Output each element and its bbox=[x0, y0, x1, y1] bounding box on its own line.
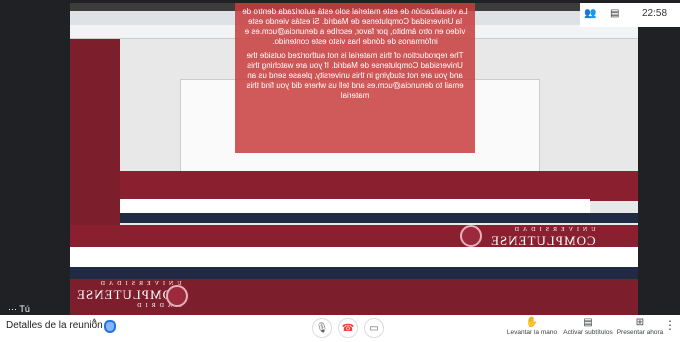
crest-bar: UNIVERSIDAD COMPLUTENSE bbox=[70, 225, 638, 248]
present-now-button[interactable]: ⊞ Presentar ahora bbox=[608, 317, 672, 336]
notice-spanish: La visualización de este material solo e… bbox=[242, 7, 468, 46]
nested-taskbar bbox=[120, 213, 638, 223]
camera-button[interactable]: ▭ bbox=[364, 318, 384, 338]
top-right-panel: 👥 ▤ 22:58 bbox=[580, 3, 680, 27]
chevron-up-icon[interactable]: ^ bbox=[92, 318, 97, 329]
notice-english: The reproduction of this material is not… bbox=[246, 51, 464, 100]
people-icon[interactable]: 👥 bbox=[584, 8, 596, 19]
ucm-seal-icon-bottom bbox=[166, 285, 188, 307]
end-call-button[interactable]: ☎ bbox=[338, 318, 358, 338]
clock-time: 22:58 bbox=[642, 8, 668, 19]
camera-icon: ▭ bbox=[369, 322, 379, 334]
self-view-label: ⋯ Tú bbox=[8, 304, 30, 314]
hangup-icon: ☎ bbox=[341, 322, 355, 334]
mic-icon: 🎙 bbox=[315, 322, 329, 334]
bottom-crest: UNIVERSIDAD COMPLUTENSE MADRID bbox=[70, 279, 638, 315]
copyright-notice: La visualización de este material solo e… bbox=[235, 3, 475, 153]
echo-meet-bar bbox=[70, 247, 638, 267]
chat-icon[interactable]: ▤ bbox=[610, 8, 619, 19]
shared-screen: UNIVERSIDAD COMPLUTENSE UNIVERSIDAD COMP… bbox=[70, 3, 638, 315]
raise-hand-button[interactable]: ✋ Levantar la mano bbox=[500, 317, 564, 336]
mic-button[interactable]: 🎙 bbox=[312, 318, 332, 338]
nested-crest-bar bbox=[120, 171, 638, 201]
meet-stage: UNIVERSIDAD COMPLUTENSE UNIVERSIDAD COMP… bbox=[0, 0, 680, 315]
ucm-logo: UNIVERSIDAD COMPLUTENSE bbox=[490, 227, 596, 248]
echo-taskbar bbox=[70, 267, 638, 279]
nested-meet-bar bbox=[120, 199, 590, 213]
meeting-details-button[interactable]: Detalles de la reunión bbox=[6, 320, 103, 331]
more-options-icon[interactable]: ⋮ bbox=[664, 318, 676, 332]
present-icon: ⊞ bbox=[635, 317, 645, 328]
ucm-seal-icon bbox=[460, 225, 482, 247]
shield-icon[interactable] bbox=[104, 320, 116, 333]
hand-icon: ✋ bbox=[525, 317, 539, 328]
